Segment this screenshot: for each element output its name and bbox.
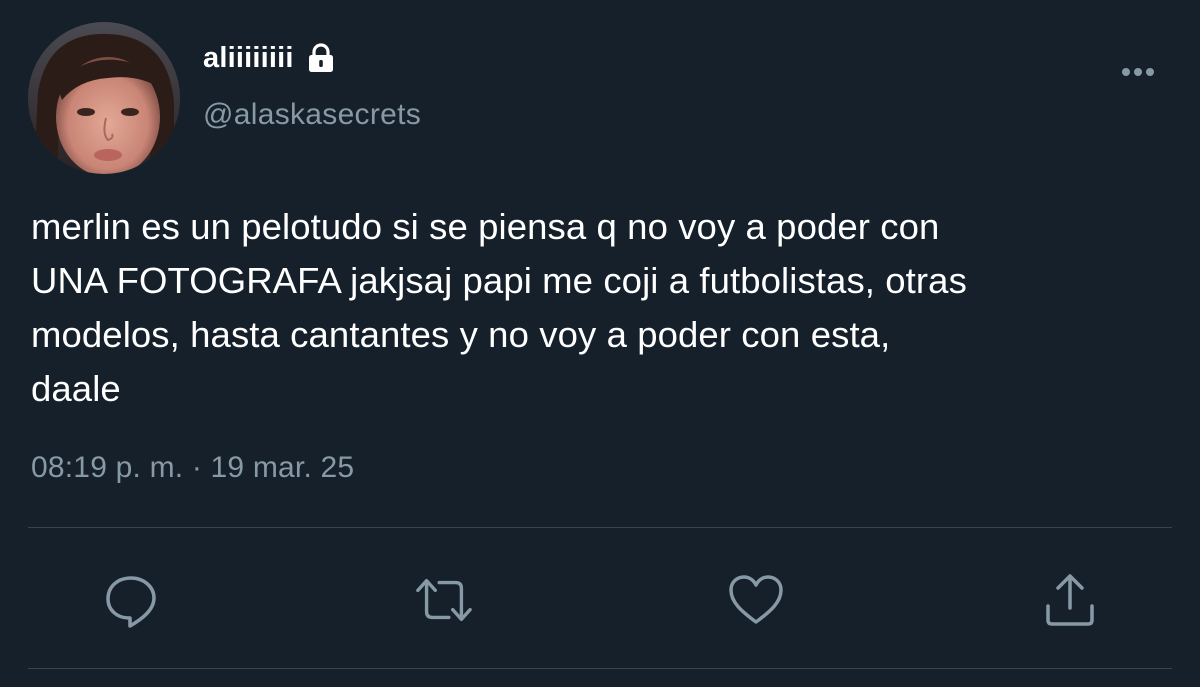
display-name-row: aliiiiiiii — [203, 40, 336, 76]
lock-icon — [306, 42, 336, 74]
share-icon — [1046, 574, 1094, 626]
retweet-button[interactable] — [414, 570, 474, 630]
tweet-card: aliiiiiiii @alaskasecrets merlin es un p… — [0, 0, 1200, 687]
more-options-button[interactable] — [1116, 60, 1160, 84]
divider — [28, 668, 1172, 669]
like-button[interactable] — [726, 570, 786, 630]
display-name[interactable]: aliiiiiiii — [203, 42, 294, 75]
divider — [28, 527, 1172, 528]
avatar-image — [28, 22, 180, 174]
tweet-timestamp[interactable]: 08:19 p. m. · 19 mar. 25 — [31, 451, 354, 485]
more-horizontal-icon — [1122, 68, 1154, 76]
heart-icon — [729, 575, 783, 624]
user-handle[interactable]: @alaskasecrets — [203, 98, 421, 132]
reply-button[interactable] — [101, 570, 161, 630]
tweet-text: merlin es un pelotudo si se piensa q no … — [31, 206, 967, 409]
retweet-icon — [416, 578, 472, 622]
share-button[interactable] — [1040, 570, 1100, 630]
avatar[interactable] — [28, 22, 180, 174]
reply-icon — [106, 576, 156, 628]
